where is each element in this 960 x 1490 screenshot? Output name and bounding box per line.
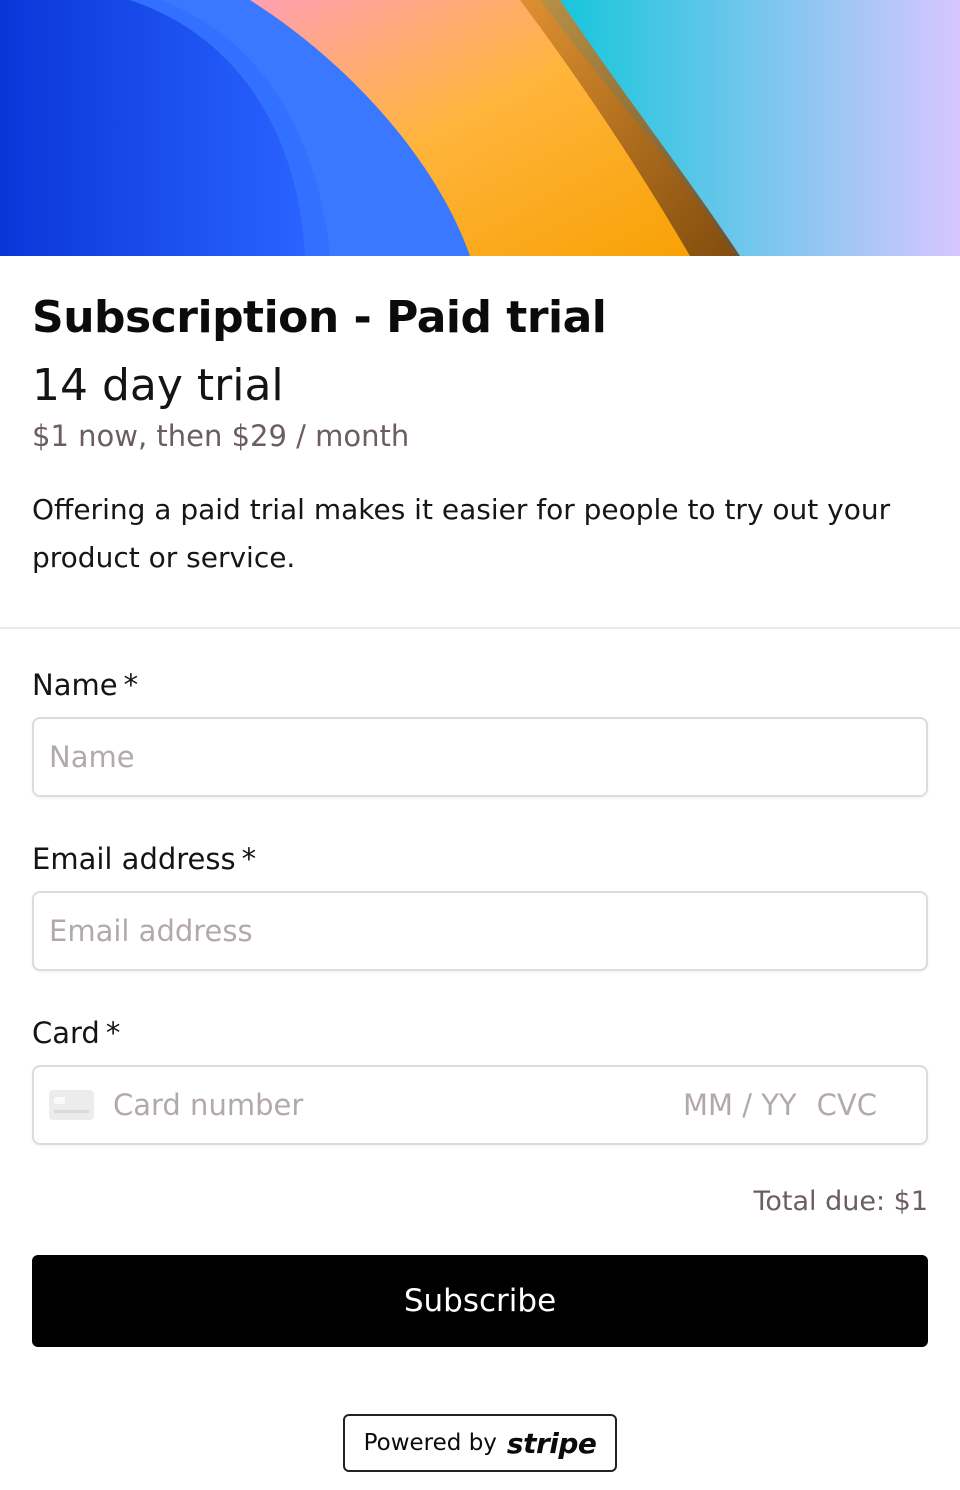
product-summary: Subscription - Paid trial 14 day trial $… bbox=[0, 256, 960, 629]
required-marker: * bbox=[123, 668, 139, 702]
required-marker: * bbox=[105, 1016, 121, 1050]
payment-form: Name* Email address* Card* Card number M… bbox=[0, 629, 960, 1472]
card-label-text: Card bbox=[32, 1016, 100, 1050]
credit-card-icon bbox=[49, 1090, 94, 1120]
powered-by-container: Powered by stripe bbox=[32, 1414, 928, 1472]
card-label: Card * bbox=[32, 1015, 928, 1051]
stripe-logo: stripe bbox=[506, 1426, 597, 1460]
email-label: Email address * bbox=[32, 841, 928, 877]
hero-gradient-art bbox=[0, 0, 960, 256]
email-field-group: Email address * bbox=[32, 841, 928, 971]
email-input[interactable] bbox=[32, 891, 928, 971]
email-label-text: Email address bbox=[32, 842, 236, 876]
price-text: $1 now, then $29 / month bbox=[32, 419, 410, 453]
name-field-group: Name * bbox=[32, 667, 928, 797]
required-marker: * bbox=[241, 842, 257, 876]
card-number-placeholder[interactable]: Card number bbox=[113, 1088, 683, 1122]
hero-banner-image bbox=[0, 0, 960, 256]
powered-by-text: Powered by bbox=[363, 1430, 497, 1456]
checkout-page: Subscription - Paid trial 14 day trial $… bbox=[0, 0, 960, 1490]
card-cvc-placeholder[interactable]: CVC bbox=[817, 1088, 877, 1122]
name-label: Name * bbox=[32, 667, 928, 703]
product-description: Offering a paid trial makes it easier fo… bbox=[32, 493, 891, 574]
card-expiry-placeholder[interactable]: MM / YY bbox=[683, 1088, 797, 1122]
product-title: Subscription - Paid trial bbox=[32, 292, 607, 343]
card-field-group: Card * Card number MM / YY CVC bbox=[32, 1015, 928, 1145]
powered-by-stripe-link[interactable]: Powered by stripe bbox=[342, 1414, 618, 1472]
name-label-text: Name bbox=[32, 668, 118, 702]
trial-heading: 14 day trial bbox=[32, 360, 284, 411]
subscribe-button[interactable]: Subscribe bbox=[32, 1255, 928, 1347]
card-input[interactable]: Card number MM / YY CVC bbox=[32, 1065, 928, 1145]
name-input[interactable] bbox=[32, 717, 928, 797]
total-due: Total due: $1 bbox=[753, 1186, 928, 1217]
